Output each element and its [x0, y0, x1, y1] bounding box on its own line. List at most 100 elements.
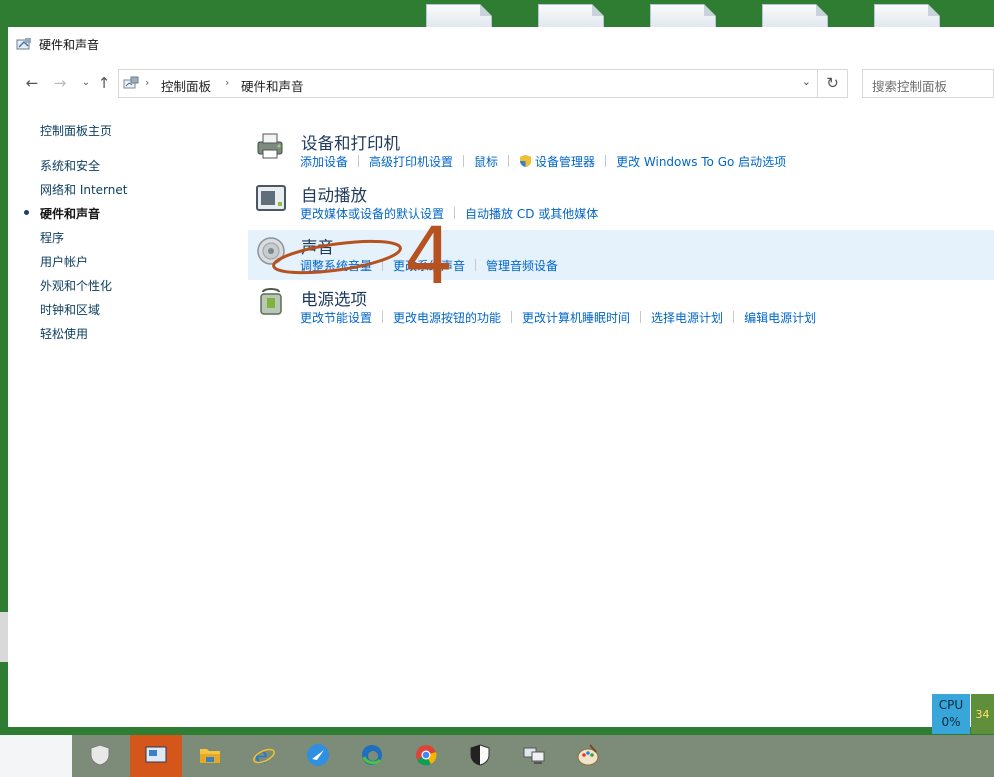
- search-input[interactable]: 搜索控制面板: [862, 69, 994, 98]
- up-arrow-icon[interactable]: ↑: [94, 73, 114, 93]
- control-panel-icon: [145, 746, 167, 763]
- change-media-defaults-link[interactable]: 更改媒体或设备的默认设置: [300, 205, 444, 222]
- desktop-icons: [0, 0, 994, 30]
- category-title[interactable]: 设备和打印机: [301, 130, 400, 154]
- link-divider: [508, 155, 510, 167]
- title-bar[interactable]: 硬件和声音: [8, 27, 994, 61]
- network-taskbar-button[interactable]: [508, 735, 560, 777]
- advanced-printer-setup-link[interactable]: 高级打印机设置: [369, 153, 453, 170]
- sidebar-item-hardware-sound[interactable]: 硬件和声音: [24, 205, 101, 222]
- link-divider: [511, 311, 513, 323]
- category-devices-printers: 设备和打印机 添加设备 高级打印机设置 鼠标 设备管理器 更改 Windows To G…: [248, 126, 994, 176]
- power-options-icon[interactable]: [254, 286, 288, 318]
- sidebar-item-system-security[interactable]: 系统和安全: [40, 157, 100, 174]
- breadcrumb-separator-icon[interactable]: ›: [225, 76, 229, 89]
- manage-audio-devices-link[interactable]: 管理音频设备: [486, 257, 558, 274]
- category-links: 更改媒体或设备的默认设置 自动播放 CD 或其他媒体: [300, 205, 598, 222]
- defender-taskbar-button[interactable]: [74, 735, 126, 777]
- security-taskbar-button[interactable]: [454, 735, 506, 777]
- desktop-file-icon[interactable]: [426, 4, 492, 29]
- power-button-function-link[interactable]: 更改电源按钮的功能: [393, 309, 501, 326]
- feather-app-taskbar-button[interactable]: [292, 735, 344, 777]
- address-bar[interactable]: › 控制面板 › 硬件和声音 ⌄: [118, 69, 818, 98]
- adjust-system-volume-link[interactable]: 调整系统音量: [300, 257, 372, 274]
- category-title[interactable]: 声音: [301, 234, 334, 258]
- shield-defender-icon: [90, 744, 110, 766]
- edge-icon: [362, 745, 382, 765]
- sidebar-item-clock-region[interactable]: 时钟和区域: [40, 301, 100, 318]
- sidebar-item-appearance[interactable]: 外观和个性化: [40, 277, 112, 294]
- feather-app-icon: [307, 744, 329, 766]
- breadcrumb-hardware-sound[interactable]: 硬件和声音: [241, 76, 304, 95]
- link-divider: [358, 155, 360, 167]
- paint-taskbar-button[interactable]: [562, 735, 614, 777]
- printer-icon[interactable]: [254, 130, 288, 162]
- link-divider: [605, 155, 607, 167]
- breadcrumb-separator-icon: ›: [145, 76, 150, 89]
- navigation-bar: ← → ⌄ ↑ › 控制面板 › 硬件和声音 ⌄ ↻ 搜索控制面板: [8, 65, 994, 101]
- taskbar-blank-area: [0, 735, 72, 777]
- change-system-sounds-link[interactable]: 更改系统声音: [393, 257, 465, 274]
- link-divider: [454, 207, 456, 219]
- control-panel-icon: [123, 76, 139, 89]
- edge-taskbar-button[interactable]: [346, 735, 398, 777]
- control-panel-taskbar-button[interactable]: [130, 735, 182, 777]
- autoplay-icon[interactable]: [254, 182, 288, 214]
- sidebar-item-home[interactable]: 控制面板主页: [40, 122, 112, 139]
- file-explorer-taskbar-button[interactable]: [184, 735, 236, 777]
- desktop-file-icon[interactable]: [762, 4, 828, 29]
- link-divider: [640, 311, 642, 323]
- refresh-icon[interactable]: ↻: [818, 69, 848, 98]
- sidebar-item-user-accounts[interactable]: 用户帐户: [40, 253, 88, 270]
- device-manager-link[interactable]: 设备管理器: [535, 153, 595, 170]
- mouse-link[interactable]: 鼠标: [474, 153, 498, 170]
- file-explorer-icon: [200, 749, 220, 763]
- change-power-saving-link[interactable]: 更改节能设置: [300, 309, 372, 326]
- desktop-file-icon[interactable]: [650, 4, 716, 29]
- desktop-file-icon[interactable]: [538, 4, 604, 29]
- forward-arrow-icon[interactable]: →: [50, 73, 70, 93]
- link-divider: [382, 259, 384, 271]
- desktop-file-icon[interactable]: [874, 4, 940, 29]
- link-divider: [475, 259, 477, 271]
- windows-to-go-link[interactable]: 更改 Windows To Go 启动选项: [616, 153, 786, 170]
- taskbar: e: [0, 735, 994, 777]
- sidebar-item-programs[interactable]: 程序: [40, 229, 64, 246]
- add-device-link[interactable]: 添加设备: [300, 153, 348, 170]
- category-links: 添加设备 高级打印机设置 鼠标 设备管理器 更改 Windows To Go 启动选项: [300, 153, 786, 170]
- category-sound: 声音 调整系统音量 更改系统声音 管理音频设备: [248, 230, 994, 280]
- computer-sleep-time-link[interactable]: 更改计算机睡眠时间: [522, 309, 630, 326]
- control-panel-icon: [16, 38, 31, 50]
- sidebar-item-network-internet[interactable]: 网络和 Internet: [40, 181, 127, 198]
- category-title[interactable]: 自动播放: [301, 182, 367, 206]
- category-links: 更改节能设置 更改电源按钮的功能 更改计算机睡眠时间 选择电源计划 编辑电源计划: [300, 309, 816, 326]
- autoplay-cd-link[interactable]: 自动播放 CD 或其他媒体: [465, 205, 598, 222]
- sidebar-item-label: 硬件和声音: [40, 207, 101, 221]
- control-panel-window: 硬件和声音 ← → ⌄ ↑ › 控制面板 › 硬件和声音 ⌄ ↻ 搜索控制面板 …: [8, 27, 994, 727]
- link-divider: [463, 155, 465, 167]
- speaker-icon[interactable]: [254, 234, 288, 266]
- category-autoplay: 自动播放 更改媒体或设备的默认设置 自动播放 CD 或其他媒体: [248, 178, 994, 228]
- link-divider: [733, 311, 735, 323]
- link-divider: [382, 311, 384, 323]
- cpu-value: 0%: [941, 715, 961, 729]
- sidebar-item-ease-of-access[interactable]: 轻松使用: [40, 325, 88, 342]
- internet-explorer-icon: e: [253, 744, 275, 767]
- back-arrow-icon[interactable]: ←: [22, 73, 42, 93]
- category-links: 调整系统音量 更改系统声音 管理音频设备: [300, 257, 558, 274]
- window-title: 硬件和声音: [39, 38, 100, 52]
- chrome-icon: [416, 745, 437, 766]
- current-item-bullet-icon: [24, 210, 29, 215]
- internet-explorer-taskbar-button[interactable]: e: [238, 735, 290, 777]
- chrome-taskbar-button[interactable]: [400, 735, 452, 777]
- edit-power-plan-link[interactable]: 编辑电源计划: [744, 309, 816, 326]
- secondary-meter: 34: [971, 694, 994, 734]
- recent-locations-chevron-icon[interactable]: ⌄: [76, 73, 96, 93]
- scrollbar[interactable]: [0, 612, 8, 662]
- choose-power-plan-link[interactable]: 选择电源计划: [651, 309, 723, 326]
- paint-palette-icon: [577, 744, 599, 766]
- cpu-label: CPU: [938, 698, 964, 712]
- address-dropdown-chevron-icon[interactable]: ⌄: [802, 75, 811, 88]
- breadcrumb-control-panel[interactable]: 控制面板: [161, 76, 211, 95]
- category-title[interactable]: 电源选项: [301, 286, 367, 310]
